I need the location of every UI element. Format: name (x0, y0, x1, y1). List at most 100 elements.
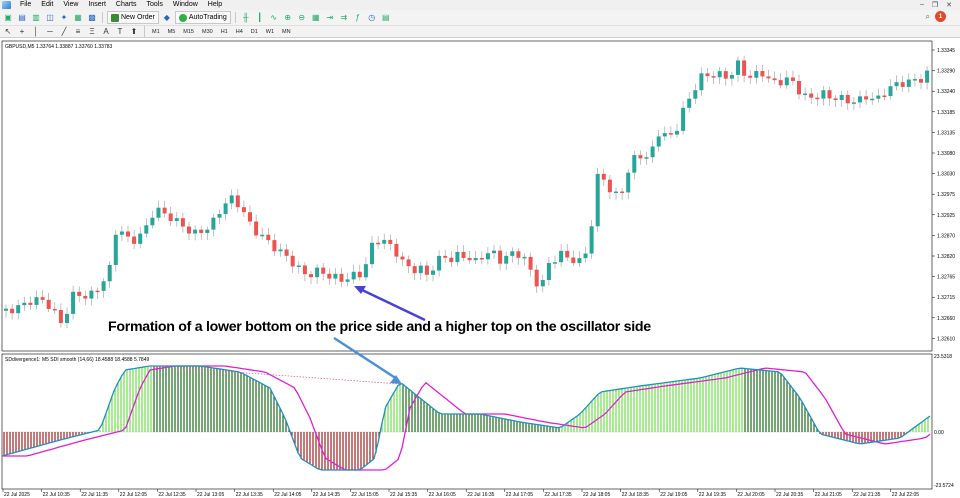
candle-body (540, 280, 545, 287)
candle-body (717, 71, 722, 78)
timeframe-h1[interactable]: H1 (218, 29, 231, 35)
main-toolbar: ▣ ▤ ▥ ◫ ✦ ▦ ▩ New Order ◆ AutoTrading ╫ … (0, 10, 960, 26)
trendline-icon[interactable]: ╱ (58, 26, 70, 38)
new-order-button[interactable]: New Order (107, 11, 159, 24)
menu-item-charts[interactable]: Charts (111, 0, 142, 10)
channel-icon[interactable]: ≡ (72, 26, 84, 38)
data-window-icon[interactable]: ◫ (44, 12, 56, 24)
candle-body (278, 249, 283, 252)
price-label: 1.33080 (937, 151, 955, 157)
new-order-icon (111, 13, 119, 22)
drawing-toolbar: ↖ + │ ─ ╱ ≡ Ξ A T ⬆ M1 M5 M15 M30 H1 H4 … (0, 26, 960, 38)
arrows-icon[interactable]: ⬆ (128, 26, 140, 38)
menu-item-file[interactable]: File (15, 0, 36, 10)
time-label: 22 Jul 20:35 (776, 492, 803, 498)
candle-body (473, 257, 478, 261)
candle-body (351, 271, 356, 280)
templates-icon[interactable]: ▤ (380, 12, 392, 24)
candle-body (607, 179, 612, 193)
indicators-icon[interactable]: ƒ (352, 12, 364, 24)
timeframe-m30[interactable]: M30 (199, 29, 216, 35)
candle-body (894, 82, 899, 87)
autotrading-button[interactable]: AutoTrading (174, 11, 231, 24)
fibonacci-icon[interactable]: Ξ (86, 26, 98, 38)
timeframe-m5[interactable]: M5 (165, 29, 179, 35)
new-chart-icon[interactable]: ▣ (2, 12, 14, 24)
price-label: 1.32925 (937, 213, 955, 219)
candle-body (656, 136, 661, 147)
candlestick-icon[interactable]: ┃ (254, 12, 266, 24)
strategy-tester-icon[interactable]: ▩ (86, 12, 98, 24)
menu-item-window[interactable]: Window (168, 0, 203, 10)
timeframe-w1[interactable]: W1 (263, 29, 277, 35)
candle-body (138, 233, 143, 244)
candle-body (95, 290, 100, 293)
candle-body (83, 295, 88, 299)
osc-axis-top: 23.5318 (934, 354, 952, 360)
timeframe-mn[interactable]: MN (279, 29, 294, 35)
timeframe-m1[interactable]: M1 (149, 29, 163, 35)
market-watch-icon[interactable]: ▥ (30, 12, 42, 24)
candle-body (632, 155, 637, 173)
candle-body (357, 271, 362, 278)
text-icon[interactable]: A (100, 26, 112, 38)
menu-item-insert[interactable]: Insert (83, 0, 111, 10)
candle-body (772, 78, 777, 81)
profiles-icon[interactable]: ▤ (16, 12, 28, 24)
price-label: 1.32765 (937, 275, 955, 281)
menu-bar: File Edit View Insert Charts Tools Windo… (0, 0, 960, 10)
candle-body (89, 290, 94, 299)
candle-body (864, 96, 869, 100)
chart-shift-icon[interactable]: ⇥ (324, 12, 336, 24)
candle-body (455, 251, 460, 263)
zoom-out-icon[interactable]: ⊖ (296, 12, 308, 24)
tile-windows-icon[interactable]: ▦ (310, 12, 322, 24)
timeframe-d1[interactable]: D1 (248, 29, 261, 35)
label-icon[interactable]: T (114, 26, 126, 38)
notification-badge[interactable]: 1 (935, 11, 946, 22)
candle-body (833, 98, 838, 100)
time-label: 22 Jul 14:35 (313, 492, 340, 498)
menu-item-view[interactable]: View (58, 0, 83, 10)
metaeditor-icon[interactable]: ◆ (161, 12, 173, 24)
autotrading-label: AutoTrading (188, 14, 227, 21)
candle-body (40, 297, 45, 300)
horizontal-line-icon[interactable]: ─ (44, 26, 56, 38)
timeframe-m15[interactable]: M15 (180, 29, 197, 35)
zoom-in-icon[interactable]: ⊕ (282, 12, 294, 24)
candle-body (443, 255, 448, 258)
periods-icon[interactable]: ◷ (366, 12, 378, 24)
crosshair-icon[interactable]: + (16, 26, 28, 38)
menu-item-edit[interactable]: Edit (36, 0, 58, 10)
navigator-icon[interactable]: ✦ (58, 12, 70, 24)
menu-item-help[interactable]: Help (203, 0, 227, 10)
chart-window[interactable]: GBPUSD,M5 1.33764 1.33887 1.33760 1.3378… (0, 38, 960, 498)
candle-body (699, 73, 704, 91)
candle-body (815, 97, 820, 100)
line-chart-icon[interactable]: ∿ (268, 12, 280, 24)
bar-chart-icon[interactable]: ╫ (240, 12, 252, 24)
search-icon[interactable]: ⌕ (926, 12, 930, 22)
candle-body (290, 255, 295, 267)
terminal-icon[interactable]: ▦ (72, 12, 84, 24)
timeframe-h4[interactable]: H4 (233, 29, 246, 35)
candle-body (626, 172, 631, 193)
time-label: 22 Jul 21:35 (853, 492, 880, 498)
menu-item-tools[interactable]: Tools (142, 0, 168, 10)
candle-body (498, 250, 503, 264)
autoscroll-icon[interactable]: ⇉ (338, 12, 350, 24)
close-icon[interactable]: ✕ (946, 1, 952, 9)
cursor-icon[interactable]: ↖ (2, 26, 14, 38)
oscillator-info-label: SDdivergence1: M5 SDI smooth (14,66) 18.… (5, 357, 149, 363)
restore-icon[interactable]: ❐ (932, 1, 938, 9)
vertical-line-icon[interactable]: │ (30, 26, 42, 38)
candle-body (900, 82, 905, 87)
candle-body (461, 251, 466, 258)
candle-body (522, 256, 527, 259)
candle-body (119, 231, 124, 235)
candle-body (729, 74, 734, 79)
candle-body (565, 250, 570, 258)
minimize-icon[interactable]: – (920, 1, 924, 9)
candle-body (241, 207, 246, 213)
price-label: 1.32610 (937, 336, 955, 342)
